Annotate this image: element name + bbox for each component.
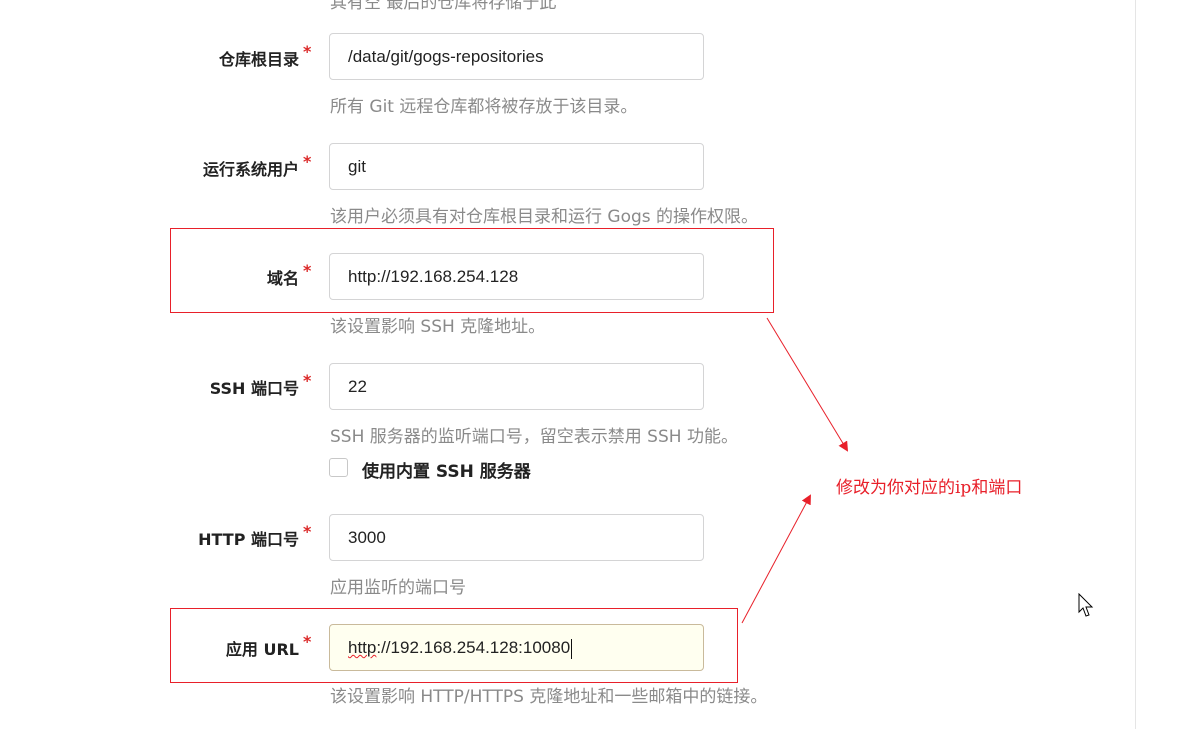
arrow-from-domain-box (766, 317, 849, 452)
arrow-from-app-url-box (741, 494, 811, 624)
mouse-cursor-icon (1078, 593, 1094, 617)
annotation-arrows (741, 317, 849, 624)
annotation-text: 修改为你对应的ip和端口 (836, 478, 1023, 498)
